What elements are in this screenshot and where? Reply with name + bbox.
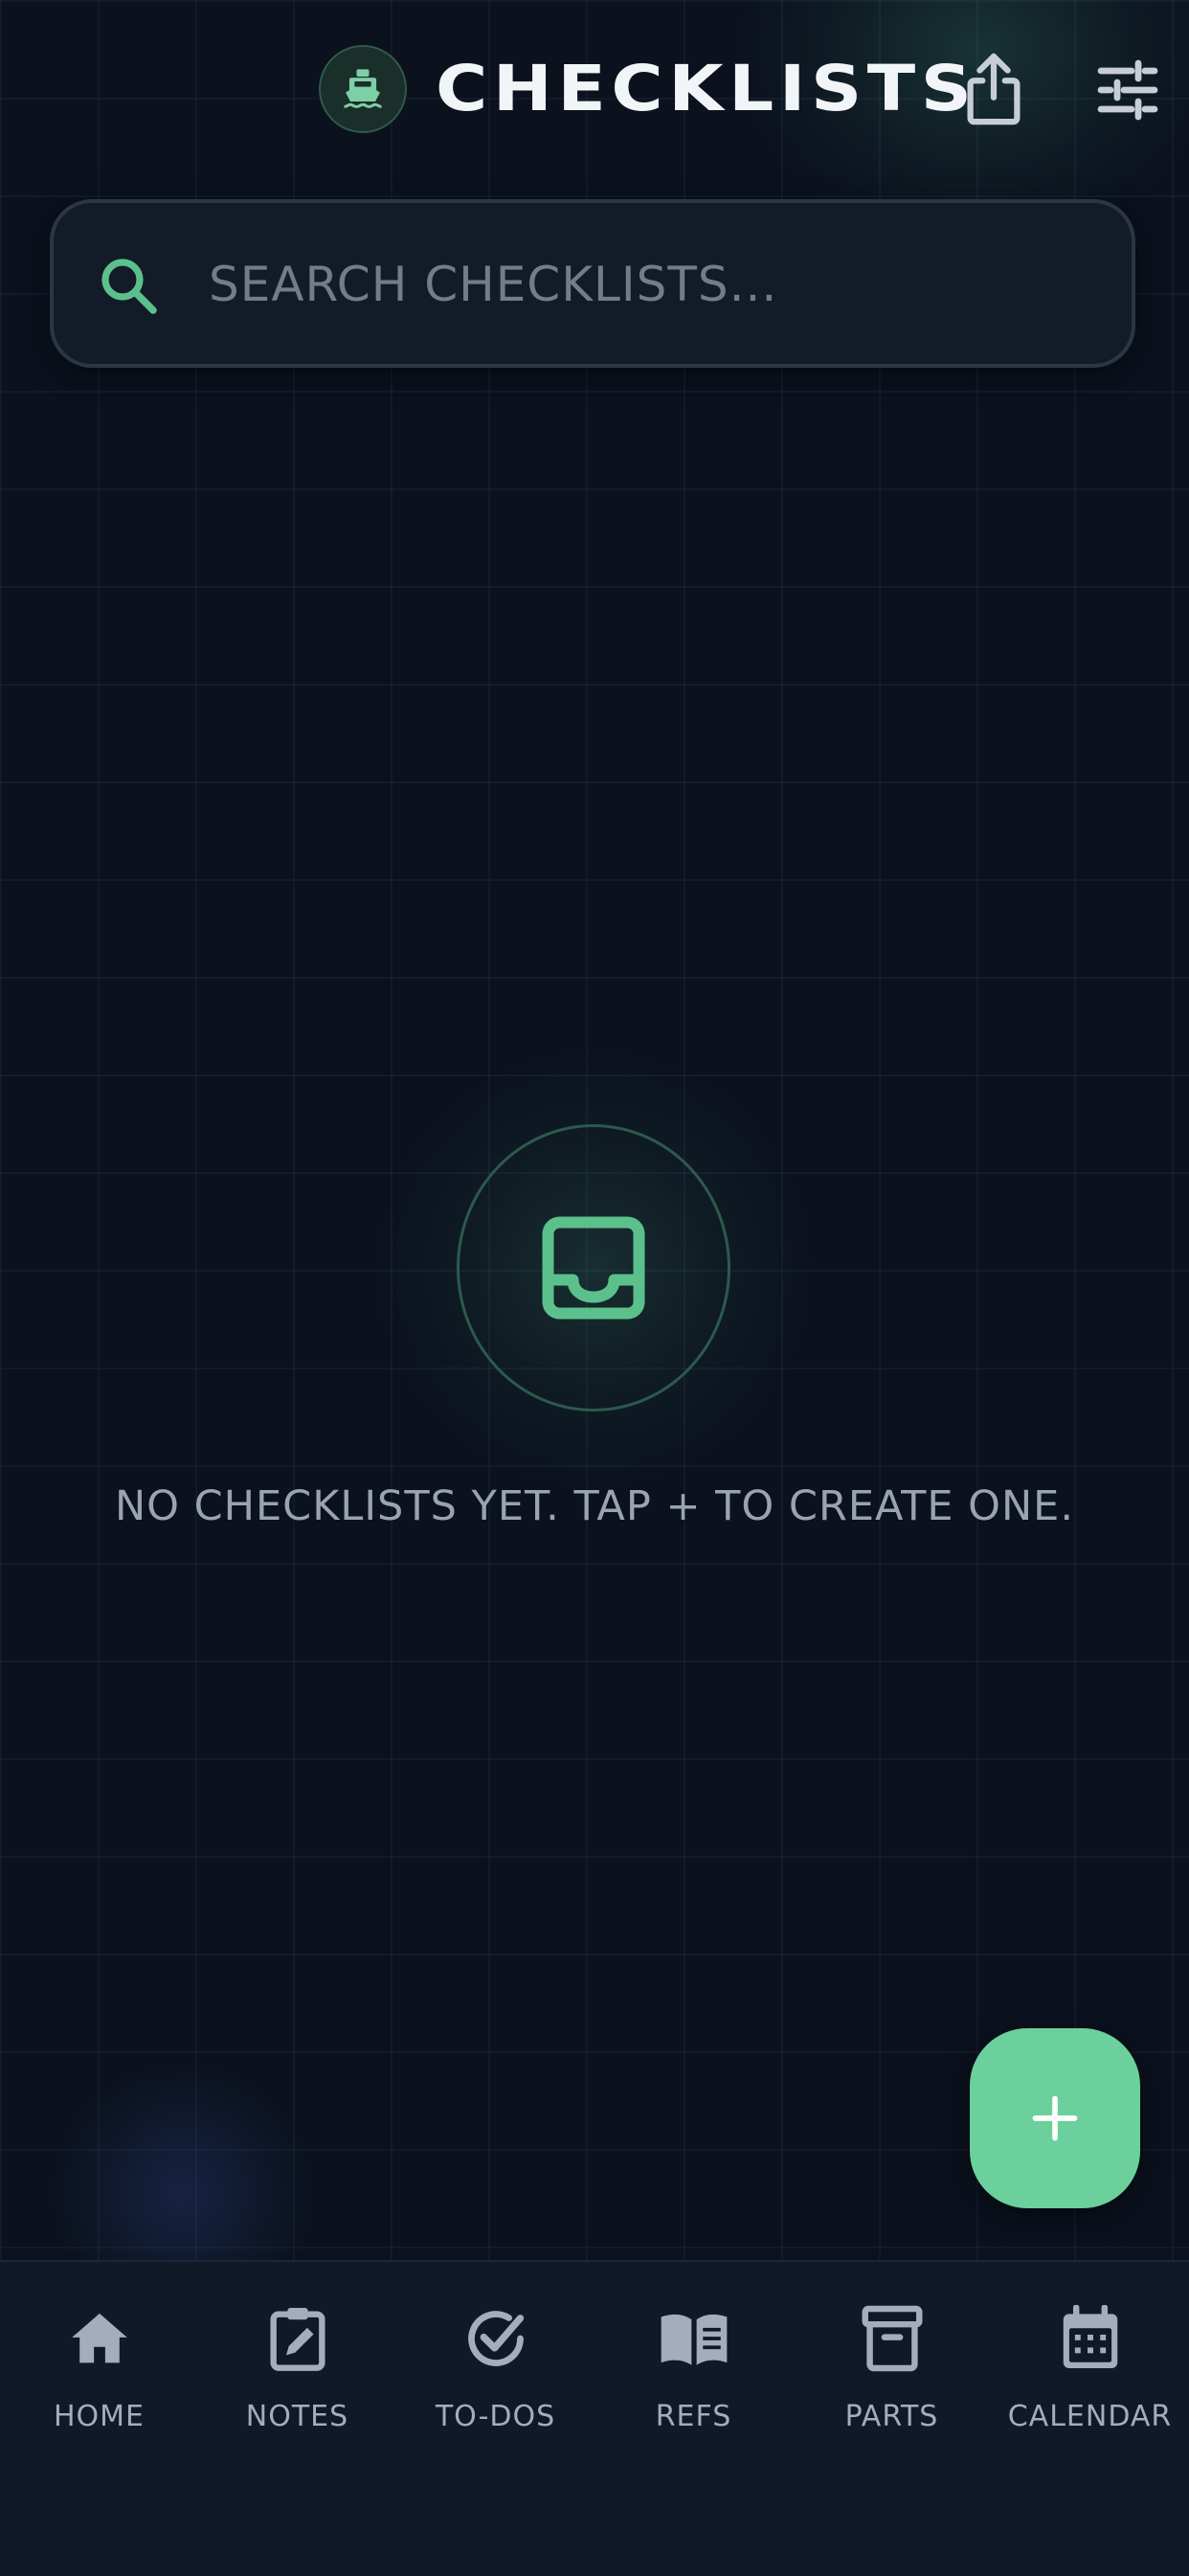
sliders-icon (1097, 59, 1158, 121)
filter-button[interactable] (1088, 50, 1168, 130)
share-icon (967, 53, 1021, 125)
nav-label: TO-DOS (435, 2400, 556, 2433)
nav-item-calendar[interactable]: CALENDAR (991, 2300, 1189, 2444)
empty-state-badge (457, 1124, 730, 1412)
app-header: CHECKLISTS (0, 29, 1189, 153)
nav-label: CALENDAR (1007, 2400, 1173, 2433)
search-icon (101, 259, 157, 314)
nav-item-parts[interactable]: PARTS (793, 2300, 991, 2444)
check-circle-icon (467, 2311, 524, 2366)
nav-label: HOME (53, 2400, 145, 2433)
calendar-icon (1063, 2305, 1117, 2368)
clipboard-edit-icon (269, 2308, 325, 2371)
nav-label: PARTS (844, 2400, 939, 2433)
share-button[interactable] (953, 50, 1034, 130)
add-checklist-button[interactable] (970, 2028, 1140, 2208)
empty-state-message: NO CHECKLISTS YET. TAP + TO CREATE ONE. (114, 1482, 1075, 1530)
bottom-nav: HOME NOTES TO-DOS REFS PARTS CALENDAR (0, 2260, 1189, 2576)
search-bar (50, 199, 1135, 368)
archive-box-icon (862, 2305, 922, 2372)
ship-icon (319, 45, 407, 133)
nav-item-notes[interactable]: NOTES (198, 2300, 396, 2444)
search-input[interactable] (209, 232, 1089, 337)
inbox-tray-icon (542, 1216, 645, 1320)
nav-item-refs[interactable]: REFS (594, 2300, 793, 2444)
nav-label: REFS (655, 2400, 732, 2433)
nav-label: NOTES (245, 2400, 349, 2433)
book-icon (661, 2314, 727, 2365)
nav-item-todos[interactable]: TO-DOS (396, 2300, 594, 2444)
page-title: CHECKLISTS (436, 52, 977, 125)
plus-icon (1032, 2095, 1078, 2141)
home-icon (71, 2313, 127, 2363)
nav-item-home[interactable]: HOME (0, 2300, 198, 2444)
